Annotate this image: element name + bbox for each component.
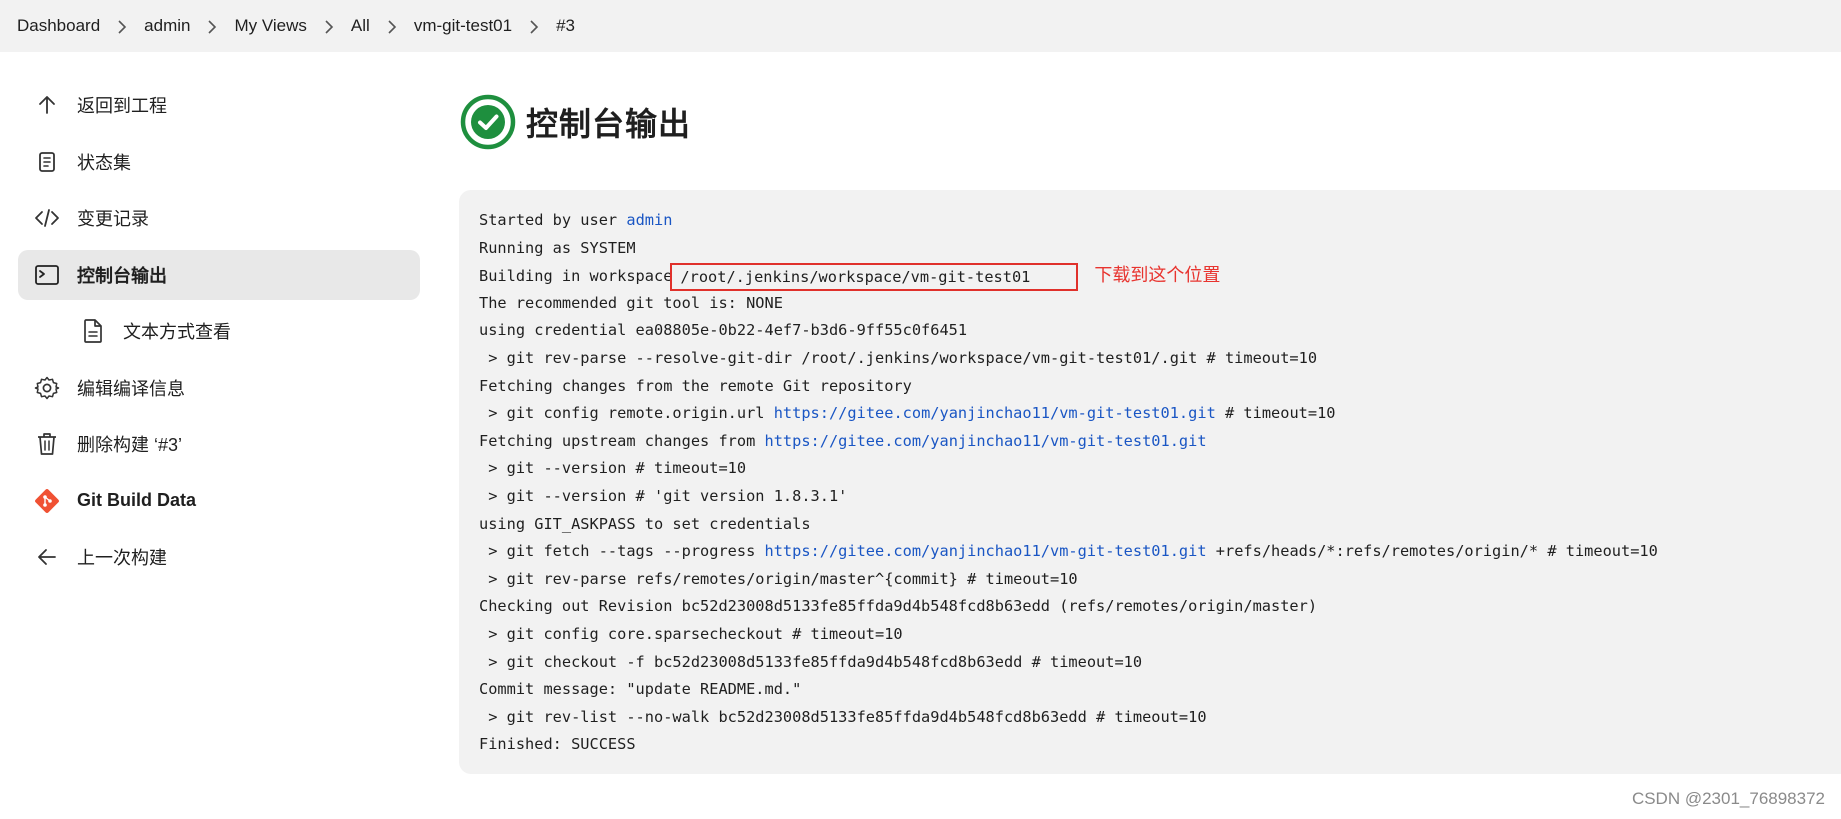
sidebar-item-label: 变更记录 bbox=[77, 209, 149, 229]
console-line: Finished: SUCCESS bbox=[479, 735, 636, 754]
console-output: Started by user admin Running as SYSTEM … bbox=[459, 190, 1841, 774]
user-link[interactable]: admin bbox=[626, 211, 672, 229]
sidebar-item-label: 控制台输出 bbox=[77, 265, 167, 286]
console-line: Fetching upstream changes from https://g… bbox=[479, 428, 1841, 456]
sidebar-item-label: 状态集 bbox=[77, 152, 131, 173]
console-line: using GIT_ASKPASS to set credentials bbox=[479, 514, 811, 533]
trash-icon bbox=[32, 429, 62, 459]
sidebar-item-delete-build[interactable]: 删除构建 ‘#3’ bbox=[18, 419, 420, 469]
breadcrumb-job[interactable]: vm-git-test01 bbox=[414, 16, 512, 36]
console-text: +refs/heads/*:refs/remotes/origin/* # ti… bbox=[1206, 542, 1658, 561]
console-text: # timeout=10 bbox=[1215, 404, 1336, 423]
sidebar-item-back-to-project[interactable]: 返回到工程 bbox=[18, 80, 420, 130]
annotation-text: 下载到这个位置 bbox=[1094, 265, 1221, 287]
sidebar-item-label: 删除构建 ‘#3’ bbox=[77, 435, 183, 455]
console-line: using credential ea08805e-0b22-4ef7-b3d6… bbox=[479, 321, 968, 340]
chevron-right-icon bbox=[512, 16, 556, 36]
page-header: 控制台输出 bbox=[460, 94, 691, 150]
breadcrumb-dashboard[interactable]: Dashboard bbox=[17, 16, 100, 36]
repo-link[interactable]: https://gitee.com/yanjinchao11/vm-git-te… bbox=[774, 404, 1216, 422]
console-line: > git rev-parse refs/remotes/origin/mast… bbox=[479, 569, 1078, 588]
repo-link[interactable]: https://gitee.com/yanjinchao11/vm-git-te… bbox=[765, 432, 1207, 450]
document-icon bbox=[78, 316, 108, 346]
terminal-icon bbox=[32, 260, 62, 290]
console-line: Started by user admin bbox=[479, 207, 1841, 235]
breadcrumb: Dashboard admin My Views All vm-git-test… bbox=[0, 0, 1841, 52]
chevron-right-icon bbox=[307, 16, 351, 36]
sidebar-item-git-build-data[interactable]: Git Build Data bbox=[18, 476, 420, 526]
console-line: > git rev-list --no-walk bc52d23008d5133… bbox=[479, 707, 1207, 726]
console-line: > git config core.sparsecheckout # timeo… bbox=[479, 624, 903, 643]
sidebar-item-label: 编辑编译信息 bbox=[77, 378, 185, 399]
breadcrumb-all[interactable]: All bbox=[351, 16, 370, 36]
breadcrumb-build[interactable]: #3 bbox=[556, 16, 575, 36]
sidebar-item-console-output[interactable]: 控制台输出 bbox=[18, 249, 420, 300]
success-check-icon bbox=[460, 94, 516, 150]
console-line: > git config remote.origin.url https://g… bbox=[479, 400, 1841, 428]
console-line: Running as SYSTEM bbox=[479, 238, 636, 257]
chevron-right-icon bbox=[100, 16, 144, 36]
console-text: Fetching upstream changes from bbox=[479, 431, 765, 450]
repo-link[interactable]: https://gitee.com/yanjinchao11/vm-git-te… bbox=[765, 542, 1207, 560]
chevron-right-icon bbox=[190, 16, 234, 36]
page-title: 控制台输出 bbox=[526, 106, 692, 142]
console-line: Fetching changes from the remote Git rep… bbox=[479, 376, 912, 395]
console-line: Building in workspace/root/.jenkins/work… bbox=[479, 262, 1841, 291]
watermark: CSDN @2301_76898372 bbox=[1631, 789, 1825, 808]
git-icon bbox=[32, 486, 62, 516]
console-line: Commit message: "update README.md." bbox=[479, 680, 802, 699]
console-line: Checking out Revision bc52d23008d5133fe8… bbox=[479, 597, 1318, 616]
sidebar-item-label: 上一次构建 bbox=[77, 548, 167, 568]
sidebar-item-previous-build[interactable]: 上一次构建 bbox=[18, 532, 420, 582]
workspace-path-highlight: /root/.jenkins/workspace/vm-git-test01 bbox=[670, 262, 1079, 291]
sidebar-item-label: 文本方式查看 bbox=[123, 322, 231, 342]
breadcrumb-my-views[interactable]: My Views bbox=[234, 16, 306, 36]
sidebar-item-status[interactable]: 状态集 bbox=[18, 137, 420, 187]
console-text: Building in workspace bbox=[479, 267, 673, 286]
code-icon bbox=[32, 203, 62, 233]
sidebar-item-changes[interactable]: 变更记录 bbox=[18, 193, 420, 243]
sidebar: 返回到工程 状态集 变更记录 控制台输出 文本方式查看 编辑编译信息 删除构建 … bbox=[18, 80, 420, 589]
console-text: Started by user bbox=[479, 211, 627, 229]
sidebar-item-label: 返回到工程 bbox=[77, 96, 167, 116]
console-line: > git rev-parse --resolve-git-dir /root/… bbox=[479, 348, 1318, 367]
breadcrumb-admin[interactable]: admin bbox=[144, 16, 190, 36]
console-line: > git fetch --tags --progress https://gi… bbox=[479, 538, 1841, 566]
sidebar-item-edit-build-info[interactable]: 编辑编译信息 bbox=[18, 363, 420, 413]
arrow-up-icon bbox=[32, 90, 62, 120]
chevron-right-icon bbox=[370, 16, 414, 36]
console-line: > git checkout -f bc52d23008d5133fe85ffd… bbox=[479, 652, 1143, 671]
sidebar-item-label: Git Build Data bbox=[77, 490, 197, 510]
console-line: > git --version # timeout=10 bbox=[479, 459, 747, 478]
notepad-icon bbox=[32, 147, 62, 177]
console-text: > git fetch --tags --progress bbox=[479, 542, 765, 561]
console-text: > git config remote.origin.url bbox=[479, 404, 774, 423]
arrow-left-icon bbox=[32, 542, 62, 572]
console-line: The recommended git tool is: NONE bbox=[479, 293, 783, 312]
sidebar-item-view-as-text[interactable]: 文本方式查看 bbox=[18, 306, 420, 356]
console-line: > git --version # 'git version 1.8.3.1' bbox=[479, 486, 848, 505]
gear-icon bbox=[32, 373, 62, 403]
